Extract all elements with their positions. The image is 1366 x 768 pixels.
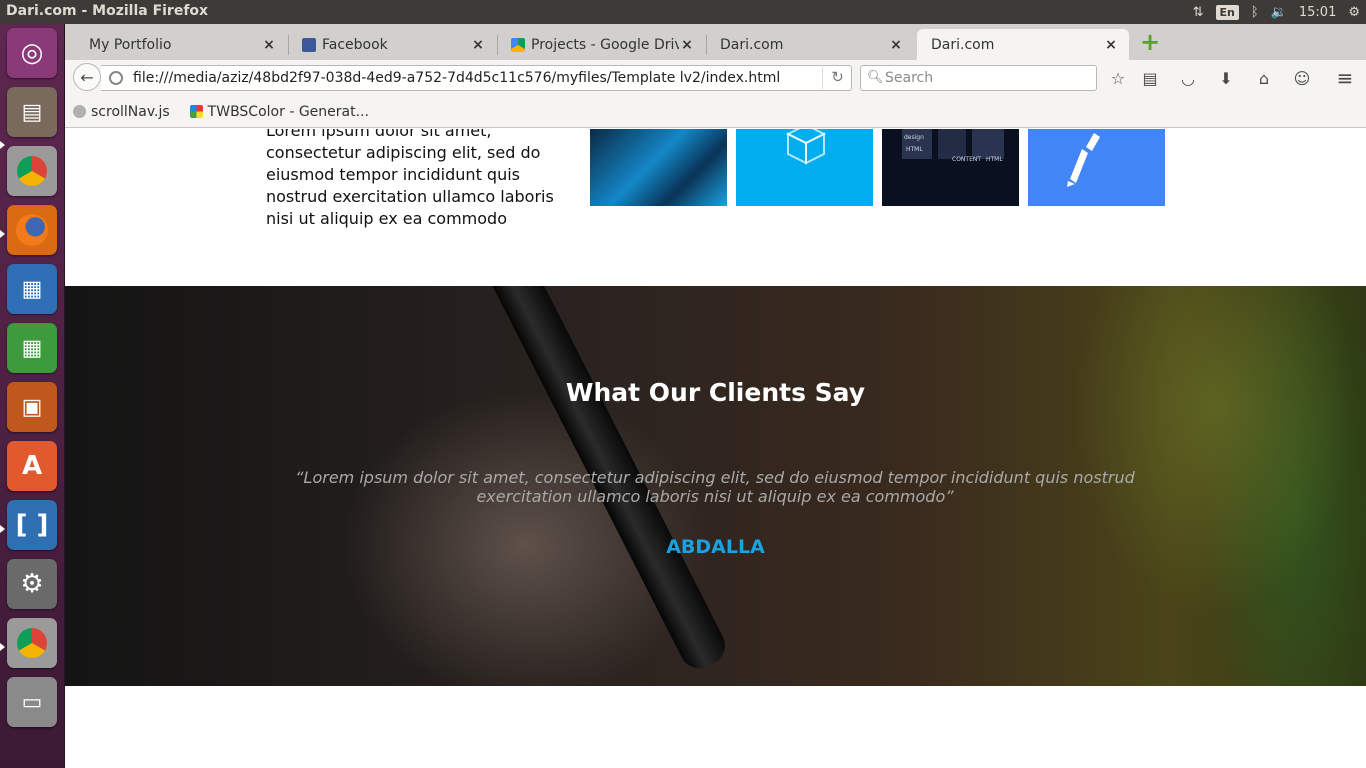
svg-text:design: design: [904, 134, 924, 141]
globe-icon: [73, 105, 86, 118]
search-input[interactable]: 🔍︎ Search: [860, 65, 1097, 91]
bookmark-twbscolor[interactable]: TWBSColor - Generat...: [189, 103, 369, 120]
downloads-icon[interactable]: ⬇: [1213, 66, 1239, 90]
session-gear-icon[interactable]: ⚙: [1348, 5, 1360, 20]
new-tab-plus-icon[interactable]: +: [1140, 30, 1160, 54]
search-placeholder: Search: [885, 70, 934, 86]
running-indicator: [0, 643, 5, 651]
ubuntu-dash-icon[interactable]: ◎: [7, 28, 57, 78]
running-indicator: [0, 230, 5, 238]
system-tray: ⇅ En ᛒ 🔉 15:01 ⚙: [1193, 0, 1360, 24]
testimonial-author: ABDALLA: [666, 536, 765, 558]
tab-google-drive[interactable]: Projects - Google Drive ×: [497, 29, 705, 60]
unity-launcher: ◎ ▤ ▦ ▦ ▣ A [ ] ⚙ ▭: [0, 24, 65, 768]
web-page-content: Lorem ipsum dolor sit amet, consectetur …: [65, 129, 1366, 768]
portfolio-thumb-web-wordcloud[interactable]: design CONTENT HTML HTML: [882, 129, 1019, 206]
brackets-icon[interactable]: [ ]: [7, 500, 57, 550]
tab-label: Dari.com: [720, 36, 784, 53]
close-tab-icon[interactable]: ×: [679, 37, 695, 53]
testimonials-section: What Our Clients Say “Lorem ipsum dolor …: [65, 286, 1366, 686]
tab-facebook[interactable]: Facebook ×: [288, 29, 496, 60]
twbscolor-favicon-icon: [189, 105, 203, 118]
system-settings-icon[interactable]: ⚙: [7, 559, 57, 609]
testimonial-quote: “Lorem ipsum dolor sit amet, consectetur…: [295, 468, 1135, 506]
reading-list-icon[interactable]: ▤: [1137, 66, 1163, 90]
clock[interactable]: 15:01: [1299, 5, 1336, 20]
usb-drive-icon[interactable]: ▭: [7, 677, 57, 727]
close-tab-icon[interactable]: ×: [888, 37, 904, 53]
tab-bar: My Portfolio × Facebook × Projects - Goo…: [65, 24, 1366, 60]
portfolio-thumb-cube-logo[interactable]: [736, 129, 873, 206]
network-transfer-icon[interactable]: ⇅: [1193, 5, 1204, 20]
keyboard-layout-indicator[interactable]: En: [1215, 4, 1239, 20]
software-center-icon[interactable]: A: [7, 441, 57, 491]
section-title: What Our Clients Say: [565, 378, 866, 407]
window-title: Dari.com - Mozilla Firefox: [6, 3, 209, 19]
cube-logo-icon: [785, 129, 827, 165]
bluetooth-icon[interactable]: ᛒ: [1251, 5, 1259, 20]
libreoffice-impress-icon[interactable]: ▣: [7, 382, 57, 432]
tab-my-portfolio[interactable]: My Portfolio ×: [75, 29, 287, 60]
portfolio-thumb-fiber-optics[interactable]: [590, 129, 727, 206]
tab-label: Projects - Google Drive: [531, 36, 679, 53]
svg-text:HTML: HTML: [986, 156, 1003, 163]
tab-dari[interactable]: Dari.com ×: [706, 29, 914, 60]
bookmarks-toolbar: scrollNav.js TWBSColor - Generat...: [65, 96, 1366, 128]
chrome-icon[interactable]: [7, 146, 57, 196]
files-icon[interactable]: ▤: [7, 87, 57, 137]
facebook-favicon-icon: [302, 37, 316, 52]
web-wordcloud-icon: design CONTENT HTML HTML: [902, 129, 1004, 163]
back-arrow-icon[interactable]: ←: [73, 63, 101, 91]
tab-label: Facebook: [322, 36, 388, 53]
intro-paragraph: Lorem ipsum dolor sit amet, consectetur …: [266, 129, 554, 228]
hamburger-menu-icon[interactable]: ≡: [1332, 66, 1358, 90]
pocket-icon[interactable]: ◡: [1175, 66, 1201, 90]
bookmark-label: TWBSColor - Generat...: [207, 103, 369, 120]
running-indicator: [0, 525, 5, 533]
globe-icon: [109, 71, 123, 85]
close-tab-icon[interactable]: ×: [261, 37, 277, 53]
close-tab-icon[interactable]: ×: [470, 37, 486, 53]
bookmark-label: scrollNav.js: [91, 103, 170, 120]
libreoffice-calc-icon[interactable]: ▦: [7, 323, 57, 373]
tab-dari-active[interactable]: Dari.com ×: [917, 29, 1129, 60]
chat-icon[interactable]: ☺: [1289, 66, 1315, 90]
search-icon: 🔍︎: [867, 70, 884, 85]
url-bar[interactable]: file:///media/aziz/48bd2f97-038d-4ed9-a7…: [101, 65, 852, 91]
tab-label: Dari.com: [931, 36, 995, 53]
navigation-toolbar: ← file:///media/aziz/48bd2f97-038d-4ed9-…: [65, 60, 1366, 96]
firefox-icon[interactable]: [7, 205, 57, 255]
bookmark-star-icon[interactable]: ☆: [1105, 66, 1131, 90]
libreoffice-writer-icon[interactable]: ▦: [7, 264, 57, 314]
volume-icon[interactable]: 🔉: [1271, 5, 1287, 20]
tab-label: My Portfolio: [89, 36, 172, 53]
google-drive-favicon-icon: [511, 37, 525, 52]
running-indicator: [0, 141, 5, 149]
pencil-icon: [1067, 133, 1100, 187]
bookmark-scrollnav[interactable]: scrollNav.js: [73, 104, 170, 120]
chrome-icon[interactable]: [7, 618, 57, 668]
url-text: file:///media/aziz/48bd2f97-038d-4ed9-a7…: [133, 70, 781, 86]
svg-text:CONTENT: CONTENT: [952, 156, 981, 163]
svg-text:HTML: HTML: [906, 146, 923, 153]
home-icon[interactable]: ⌂: [1251, 66, 1277, 90]
close-tab-icon[interactable]: ×: [1103, 37, 1119, 53]
reload-icon[interactable]: ↻: [822, 65, 852, 89]
system-top-panel: Dari.com - Mozilla Firefox ⇅ En ᛒ 🔉 15:0…: [0, 0, 1366, 24]
portfolio-thumb-pencil[interactable]: [1028, 129, 1165, 206]
